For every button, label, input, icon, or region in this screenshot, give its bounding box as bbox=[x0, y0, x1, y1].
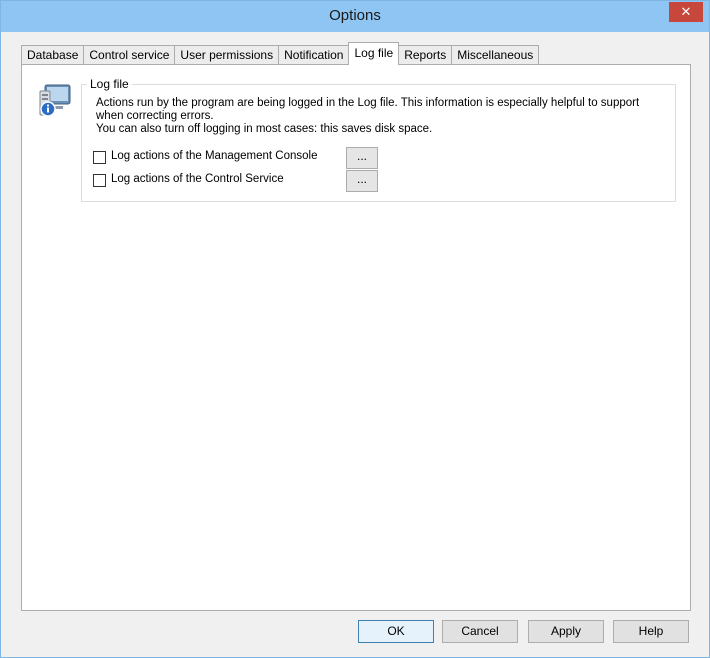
tab-strip: Database Control service User permission… bbox=[21, 42, 540, 65]
control-service-browse-button[interactable]: ... bbox=[346, 170, 378, 192]
help-button[interactable]: Help bbox=[613, 620, 689, 643]
tab-user-permissions[interactable]: User permissions bbox=[174, 45, 280, 65]
dialog-body: Database Control service User permission… bbox=[8, 32, 702, 651]
computer-info-icon bbox=[39, 84, 71, 117]
info-line-1: Actions run by the program are being log… bbox=[96, 97, 640, 122]
log-control-service-checkbox[interactable] bbox=[93, 174, 106, 187]
info-line-2: You can also turn off logging in most ca… bbox=[96, 123, 433, 135]
group-title: Log file bbox=[87, 77, 132, 91]
log-management-console-option[interactable]: Log actions of the Management Console bbox=[93, 148, 383, 168]
apply-button[interactable]: Apply bbox=[528, 620, 604, 643]
title-bar[interactable]: Options ✕ bbox=[1, 1, 709, 32]
tab-database[interactable]: Database bbox=[21, 45, 85, 65]
tab-control-service[interactable]: Control service bbox=[83, 45, 176, 65]
log-control-service-label[interactable]: Log actions of the Control Service bbox=[111, 173, 284, 185]
tab-miscellaneous[interactable]: Miscellaneous bbox=[451, 45, 540, 65]
tab-log-file[interactable]: Log file bbox=[348, 42, 400, 65]
window-title: Options bbox=[329, 7, 381, 24]
ok-button[interactable]: OK bbox=[358, 620, 434, 643]
cancel-button[interactable]: Cancel bbox=[442, 620, 518, 643]
log-file-groupbox: Log file Actions run by the program are … bbox=[81, 77, 676, 202]
log-management-console-label[interactable]: Log actions of the Management Console bbox=[111, 150, 318, 162]
log-control-service-option[interactable]: Log actions of the Control Service bbox=[93, 171, 383, 191]
tab-reports[interactable]: Reports bbox=[398, 45, 453, 65]
close-button[interactable]: ✕ bbox=[669, 2, 703, 22]
info-text: Actions run by the program are being log… bbox=[96, 97, 656, 136]
management-console-browse-button[interactable]: ... bbox=[346, 147, 378, 169]
log-file-panel: Log file Actions run by the program are … bbox=[21, 64, 691, 611]
log-management-console-checkbox[interactable] bbox=[93, 151, 106, 164]
options-window: Options ✕ Database Control service User … bbox=[0, 0, 710, 658]
tab-notification[interactable]: Notification bbox=[278, 45, 350, 65]
